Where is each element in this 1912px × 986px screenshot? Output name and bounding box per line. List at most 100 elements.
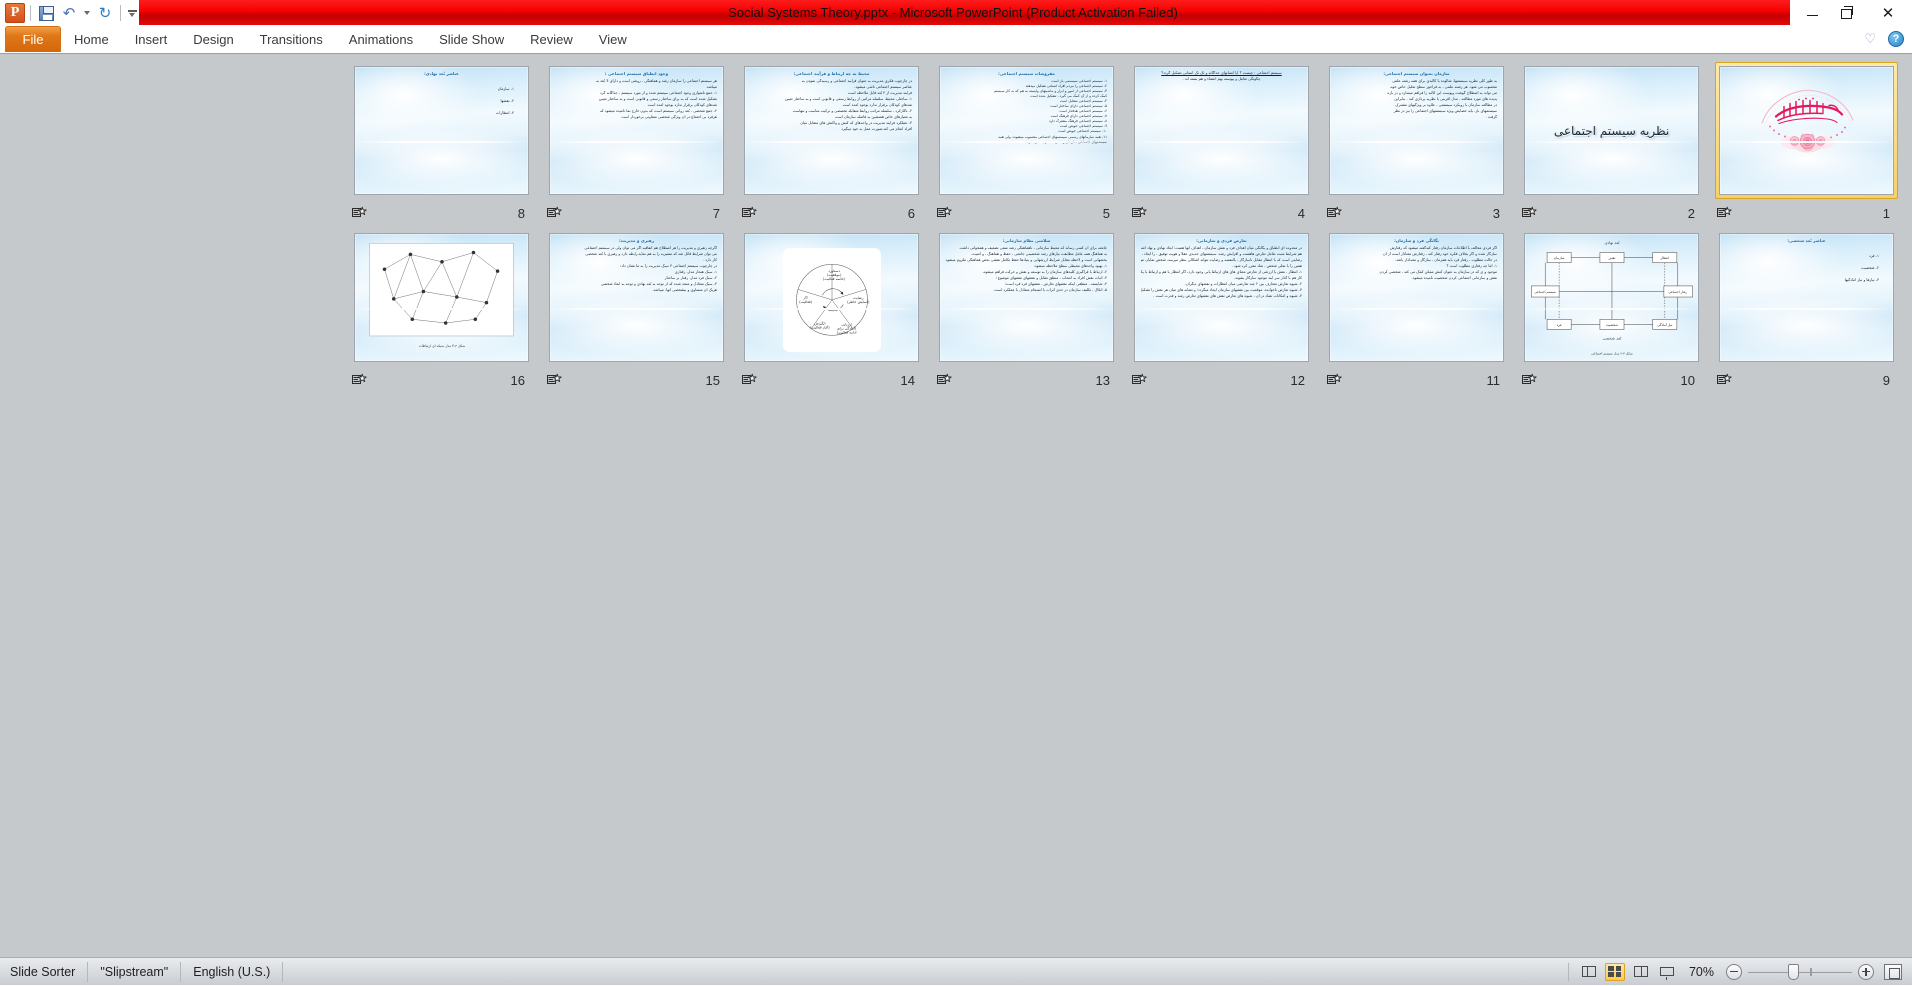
transition-star-icon[interactable] — [1132, 373, 1147, 387]
close-icon[interactable]: ✕ — [1878, 3, 1898, 23]
slide-sorter-view-button[interactable] — [1604, 962, 1625, 981]
slide-thumbnail-frame[interactable] — [1715, 62, 1898, 199]
slide-canvas[interactable]: عناصر بُعد شخصی: ۱- فرد ۲- شخصیت ۳- نیازها … — [1719, 233, 1894, 362]
slide-canvas[interactable]: وجود انطباق سیستم اجتماعی : هر سیستم اجتم… — [549, 66, 724, 195]
zoom-slider-handle[interactable] — [1788, 963, 1799, 980]
transition-star-icon[interactable] — [1717, 206, 1732, 220]
slide-thumbnail-frame[interactable]: سیستم اجتماعی : چیست ؟ آیا انسانهای جداگ… — [1130, 62, 1313, 199]
powerpoint-logo-button[interactable]: P — [4, 2, 26, 24]
minimize-ribbon-icon[interactable]: ♡ — [1864, 33, 1876, 46]
slide-thumbnail-frame[interactable]: دستاورد (موفقیت) (خاتمه فعالیت) رضایت (آسایش… — [740, 229, 923, 366]
slide-canvas[interactable]: سیستم اجتماعی : چیست ؟ آیا انسانهای جداگ… — [1134, 66, 1309, 195]
undo-button[interactable]: ↶ — [58, 2, 80, 24]
tab-transitions[interactable]: Transitions — [247, 26, 336, 52]
slide-thumbnail-frame[interactable]: سلامتی نظام سازمانی: جامعه برای آن کسی رس… — [935, 229, 1118, 366]
transition-star-icon[interactable] — [1522, 206, 1537, 220]
slide-thumbnail-frame[interactable]: وجود انطباق سیستم اجتماعی : هر سیستم اجتم… — [545, 62, 728, 199]
slide-thumbnail-frame[interactable]: شکل ۳-۴ مدل شبکه ای ارتباطات — [350, 229, 533, 366]
slide-thumbnail-9[interactable]: عناصر بُعد شخصی: ۱- فرد ۲- شخصیت ۳- نیازها … — [1709, 229, 1904, 394]
tab-design[interactable]: Design — [180, 26, 246, 52]
help-icon[interactable]: ? — [1888, 31, 1904, 47]
slide-thumbnail-frame[interactable]: عناصر بُعد نهادی: ۱- سازمان ۲- نقشها ۳- انت… — [350, 62, 533, 199]
slide-canvas[interactable]: بُعد نهادی سازمان نقش انتظار سیستم اجتما… — [1524, 233, 1699, 362]
slide-thumbnail-14[interactable]: دستاورد (موفقیت) (خاتمه فعالیت) رضایت (آسایش… — [734, 229, 929, 394]
slide-canvas[interactable]: مفروضات سیستم اجتماعی: ۱- سیستم اجتماعی س… — [939, 66, 1114, 195]
slide-canvas[interactable]: رهبری و مدیریت: اگرچه رهبری و مدیریت را ه… — [549, 233, 724, 362]
slide-thumbnail-8[interactable]: عناصر بُعد نهادی: ۱- سازمان ۲- نقشها ۳- انت… — [344, 62, 539, 227]
undo-dropdown-button[interactable] — [81, 2, 93, 24]
transition-star-icon[interactable] — [937, 206, 952, 220]
slide-canvas[interactable]: شکل ۳-۴ مدل شبکه ای ارتباطات — [354, 233, 529, 362]
slide-thumbnail-7[interactable]: وجود انطباق سیستم اجتماعی : هر سیستم اجتم… — [539, 62, 734, 227]
redo-button[interactable]: ↻ — [94, 2, 116, 24]
slide-thumbnail-1[interactable]: 1 — [1709, 62, 1904, 227]
slide-thumbnail-15[interactable]: رهبری و مدیریت: اگرچه رهبری و مدیریت را ه… — [539, 229, 734, 394]
slide-thumbnail-11[interactable]: یگانگی فرد و سازمان: اگر فردی مخالف با اط… — [1319, 229, 1514, 394]
tab-review[interactable]: Review — [517, 26, 586, 52]
status-language[interactable]: English (U.S.) — [181, 961, 284, 982]
slide-thumbnail-4[interactable]: سیستم اجتماعی : چیست ؟ آیا انسانهای جداگ… — [1124, 62, 1319, 227]
slide-show-button[interactable] — [1657, 963, 1677, 981]
tab-file[interactable]: File — [5, 26, 61, 52]
restore-icon[interactable] — [1840, 3, 1860, 23]
transition-star-icon[interactable] — [547, 373, 562, 387]
slide-thumbnail-frame[interactable]: سازمان بعنوان سیستم اجتماعی: به طور کلی ن… — [1325, 62, 1508, 199]
minimize-icon[interactable] — [1802, 3, 1822, 23]
customize-qat-button[interactable] — [125, 3, 139, 23]
zoom-out-button[interactable] — [1726, 963, 1742, 980]
slide-canvas[interactable]: عناصر بُعد نهادی: ۱- سازمان ۲- نقشها ۳- انت… — [354, 66, 529, 195]
slide-thumbnail-frame[interactable]: یگانگی فرد و سازمان: اگر فردی مخالف با اط… — [1325, 229, 1508, 366]
fit-to-window-button[interactable] — [1884, 963, 1902, 980]
slide-thumbnail-frame[interactable]: رهبری و مدیریت: اگرچه رهبری و مدیریت را ه… — [545, 229, 728, 366]
slide-thumbnail-10[interactable]: بُعد نهادی سازمان نقش انتظار سیستم اجتما… — [1514, 229, 1709, 394]
slide-canvas[interactable]: سلامتی نظام سازمانی: جامعه برای آن کسی رس… — [939, 233, 1114, 362]
transition-star-icon[interactable] — [742, 206, 757, 220]
slide-thumbnail-6[interactable]: محیط به چه ارتباط و فرآیند اجتماعی: در چا… — [734, 62, 929, 227]
slide-meta: 3 — [1325, 200, 1508, 226]
transition-star-icon[interactable] — [547, 206, 562, 220]
transition-star-icon[interactable] — [742, 373, 757, 387]
tab-animations[interactable]: Animations — [336, 26, 426, 52]
slide-thumbnail-13[interactable]: سلامتی نظام سازمانی: جامعه برای آن کسی رس… — [929, 229, 1124, 394]
transition-star-icon[interactable] — [937, 373, 952, 387]
slide-thumbnail-frame[interactable]: بُعد نهادی سازمان نقش انتظار سیستم اجتما… — [1520, 229, 1703, 366]
zoom-in-button[interactable] — [1858, 963, 1874, 980]
save-button[interactable] — [35, 2, 57, 24]
tab-insert[interactable]: Insert — [122, 26, 181, 52]
slide-thumbnail-16[interactable]: شکل ۳-۴ مدل شبکه ای ارتباطات 16 — [344, 229, 539, 394]
transition-star-icon[interactable] — [1327, 206, 1342, 220]
slide-sorter-pane[interactable]: 1 نظریه سیستم اجتماعی 2 سازمان بعنوان سی… — [0, 53, 1912, 957]
slide-canvas[interactable]: دستاورد (موفقیت) (خاتمه فعالیت) رضایت (آسایش… — [744, 233, 919, 362]
slide-thumbnail-frame[interactable]: مفروضات سیستم اجتماعی: ۱- سیستم اجتماعی س… — [935, 62, 1118, 199]
transition-star-icon[interactable] — [1522, 373, 1537, 387]
transition-star-icon[interactable] — [1717, 373, 1732, 387]
slide-canvas[interactable] — [1719, 66, 1894, 195]
slide-thumbnail-2[interactable]: نظریه سیستم اجتماعی 2 — [1514, 62, 1709, 227]
normal-view-button[interactable] — [1579, 963, 1599, 981]
tab-view[interactable]: View — [586, 26, 640, 52]
zoom-level[interactable]: 70% — [1683, 965, 1720, 979]
slide-title: وجود انطباق سیستم اجتماعی : — [604, 71, 669, 76]
slide-thumbnail-5[interactable]: مفروضات سیستم اجتماعی: ۱- سیستم اجتماعی س… — [929, 62, 1124, 227]
slide-canvas[interactable]: یگانگی فرد و سازمان: اگر فردی مخالف با اط… — [1329, 233, 1504, 362]
reading-view-button[interactable] — [1631, 963, 1651, 981]
status-theme-name[interactable]: "Slipstream" — [88, 961, 182, 982]
slide-canvas[interactable]: تعارض فردی و سازمانی: در محدوده ای انطباق… — [1134, 233, 1309, 362]
slide-canvas[interactable]: محیط به چه ارتباط و فرآیند اجتماعی: در چا… — [744, 66, 919, 195]
transition-star-icon[interactable] — [1327, 373, 1342, 387]
slide-canvas[interactable]: سازمان بعنوان سیستم اجتماعی: به طور کلی ن… — [1329, 66, 1504, 195]
slide-thumbnail-12[interactable]: تعارض فردی و سازمانی: در محدوده ای انطباق… — [1124, 229, 1319, 394]
transition-star-icon[interactable] — [352, 373, 367, 387]
slide-thumbnail-frame[interactable]: تعارض فردی و سازمانی: در محدوده ای انطباق… — [1130, 229, 1313, 366]
slide-thumbnail-frame[interactable]: نظریه سیستم اجتماعی — [1520, 62, 1703, 199]
slide-thumbnail-3[interactable]: سازمان بعنوان سیستم اجتماعی: به طور کلی ن… — [1319, 62, 1514, 227]
slide-thumbnail-frame[interactable]: عناصر بُعد شخصی: ۱- فرد ۲- شخصیت ۳- نیازها … — [1715, 229, 1898, 366]
tab-slide-show[interactable]: Slide Show — [426, 26, 517, 52]
transition-star-icon[interactable] — [1132, 206, 1147, 220]
slide-number: 14 — [900, 372, 915, 388]
slide-canvas[interactable]: نظریه سیستم اجتماعی — [1524, 66, 1699, 195]
zoom-slider[interactable] — [1748, 963, 1852, 981]
tab-home[interactable]: Home — [61, 26, 122, 52]
slide-thumbnail-frame[interactable]: محیط به چه ارتباط و فرآیند اجتماعی: در چا… — [740, 62, 923, 199]
transition-star-icon[interactable] — [352, 206, 367, 220]
